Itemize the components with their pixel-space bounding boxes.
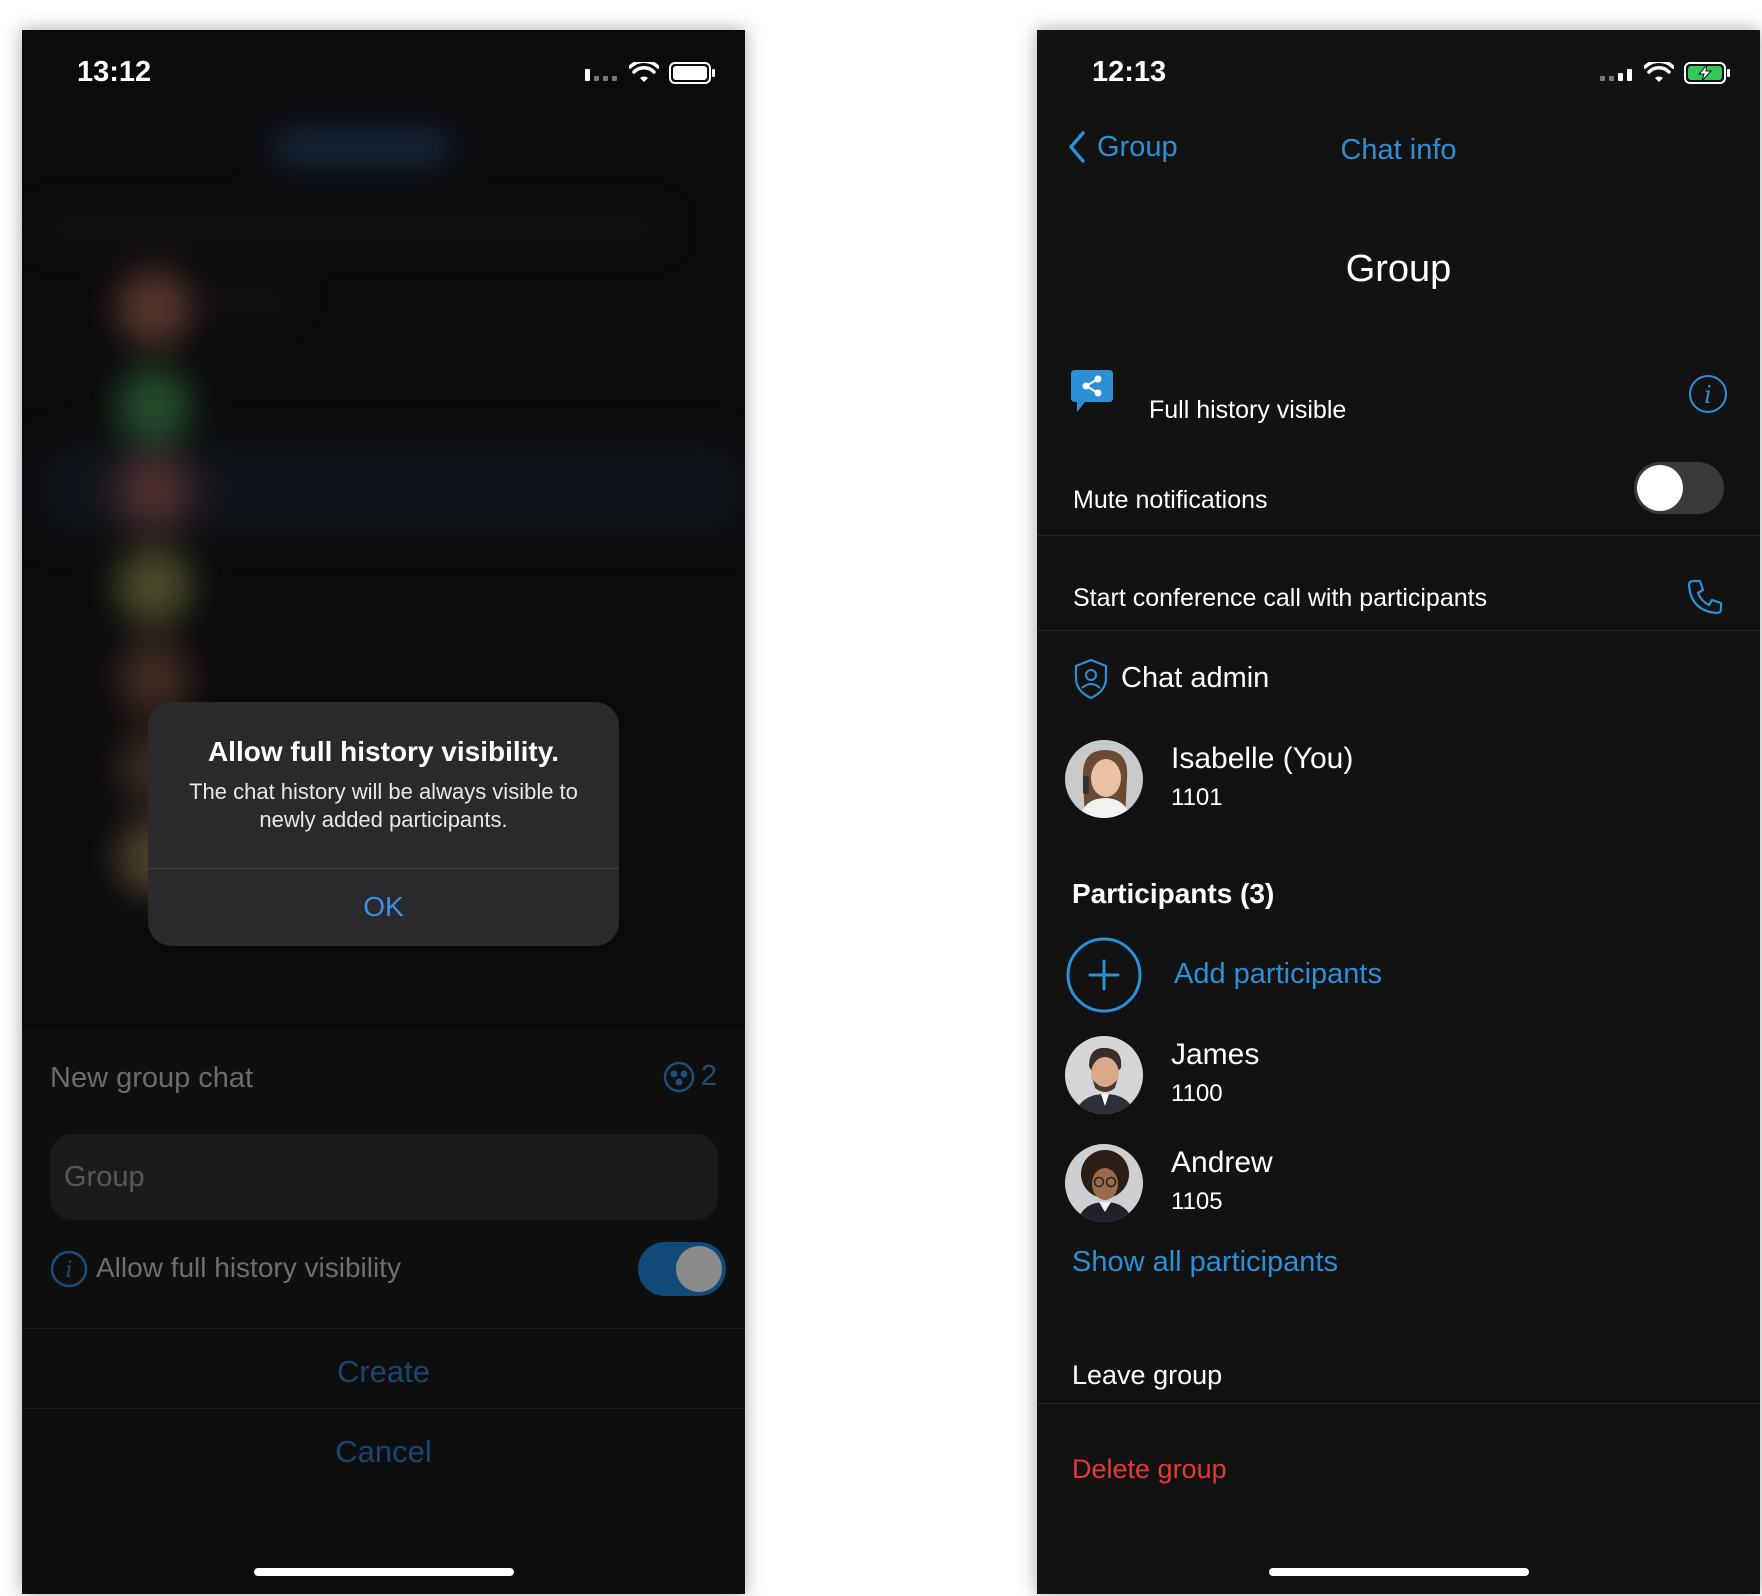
- group-name-title: Group: [1345, 248, 1452, 290]
- svg-text:i: i: [65, 1258, 72, 1283]
- status-icons: [1600, 58, 1730, 88]
- divider: [1037, 630, 1760, 631]
- history-visibility-alert: Allow full history visibility. The chat …: [148, 702, 619, 946]
- toggle-knob: [676, 1246, 722, 1292]
- participants-title: Participants (3): [1072, 878, 1275, 909]
- status-icons: [585, 58, 715, 88]
- cancel-button[interactable]: Cancel: [22, 1434, 745, 1470]
- wifi-icon: [1644, 62, 1674, 82]
- participant-count: 2: [663, 1060, 717, 1093]
- leave-group-button[interactable]: Leave group: [1072, 1360, 1222, 1391]
- chat-admin-title: Chat admin: [1121, 662, 1270, 694]
- wifi-icon: [629, 62, 659, 82]
- history-visible-label: Full history visible: [1149, 396, 1347, 424]
- history-visibility-row: i Allow full history visibility: [50, 1240, 726, 1300]
- home-indicator[interactable]: [253, 1568, 514, 1576]
- shield-icon: [1074, 658, 1108, 700]
- sheet-title: New group chat: [50, 1062, 254, 1094]
- history-visibility-toggle[interactable]: [638, 1242, 726, 1296]
- participant-count-value: 2: [700, 1060, 717, 1092]
- show-all-participants-link[interactable]: Show all participants: [1072, 1246, 1338, 1279]
- add-participants-button[interactable]: Add participants: [1174, 958, 1382, 991]
- battery-charging-icon: [1684, 62, 1730, 84]
- participant-row[interactable]: James 1100: [1065, 1036, 1760, 1116]
- participant-extension: 1105: [1171, 1188, 1223, 1215]
- history-visibility-label: Allow full history visibility: [96, 1252, 401, 1283]
- status-time: 13:12: [77, 56, 152, 88]
- signal-icon: [585, 69, 617, 81]
- signal-icon: [1600, 69, 1632, 81]
- avatar: [1065, 740, 1143, 818]
- status-time: 12:13: [1092, 56, 1167, 88]
- admin-extension: 1101: [1171, 784, 1223, 811]
- admin-row[interactable]: Isabelle (You) 1101: [1065, 740, 1760, 820]
- home-indicator[interactable]: [1268, 1568, 1529, 1576]
- delete-group-button[interactable]: Delete group: [1072, 1454, 1227, 1485]
- toggle-knob: [1637, 465, 1683, 511]
- phone-icon[interactable]: [1686, 578, 1724, 616]
- participant-name: James: [1171, 1038, 1260, 1071]
- mute-notifications-label: Mute notifications: [1073, 486, 1268, 514]
- nav-title: Chat info: [1340, 134, 1457, 166]
- info-icon[interactable]: i: [50, 1250, 88, 1288]
- group-name-input[interactable]: Group: [50, 1134, 718, 1220]
- mute-notifications-toggle[interactable]: [1634, 462, 1724, 514]
- admin-name: Isabelle (You): [1171, 742, 1354, 775]
- info-icon[interactable]: i: [1688, 374, 1728, 414]
- share-chat-icon: [1071, 370, 1113, 412]
- divider: [22, 1328, 745, 1329]
- divider: [1037, 1403, 1760, 1404]
- avatar: [1065, 1036, 1143, 1114]
- participant-row[interactable]: Andrew 1105: [1065, 1144, 1760, 1224]
- alert-message: The chat history will be always visible …: [189, 779, 578, 832]
- svg-text:i: i: [1704, 381, 1712, 409]
- phone-screen-chat-info: 12:13 Group Chat info Group Full history…: [1037, 30, 1760, 1594]
- participant-extension: 1100: [1171, 1080, 1223, 1107]
- divider: [22, 1408, 745, 1409]
- avatar: [1065, 1144, 1143, 1222]
- participant-name: Andrew: [1171, 1146, 1273, 1179]
- new-group-sheet: New group chat 2 Group i Allow full hist…: [22, 1028, 745, 1594]
- divider: [1037, 535, 1760, 536]
- participants-icon: [663, 1061, 695, 1092]
- add-circle-icon[interactable]: [1065, 936, 1143, 1014]
- conference-call-label[interactable]: Start conference call with participants: [1073, 584, 1487, 613]
- create-button[interactable]: Create: [22, 1354, 745, 1390]
- phone-screen-new-group: 13:12 New group chat 2 Group i Allow ful…: [22, 30, 745, 1594]
- battery-icon: [669, 62, 715, 84]
- alert-ok-button[interactable]: OK: [148, 868, 619, 946]
- alert-title: Allow full history visibility.: [207, 736, 560, 767]
